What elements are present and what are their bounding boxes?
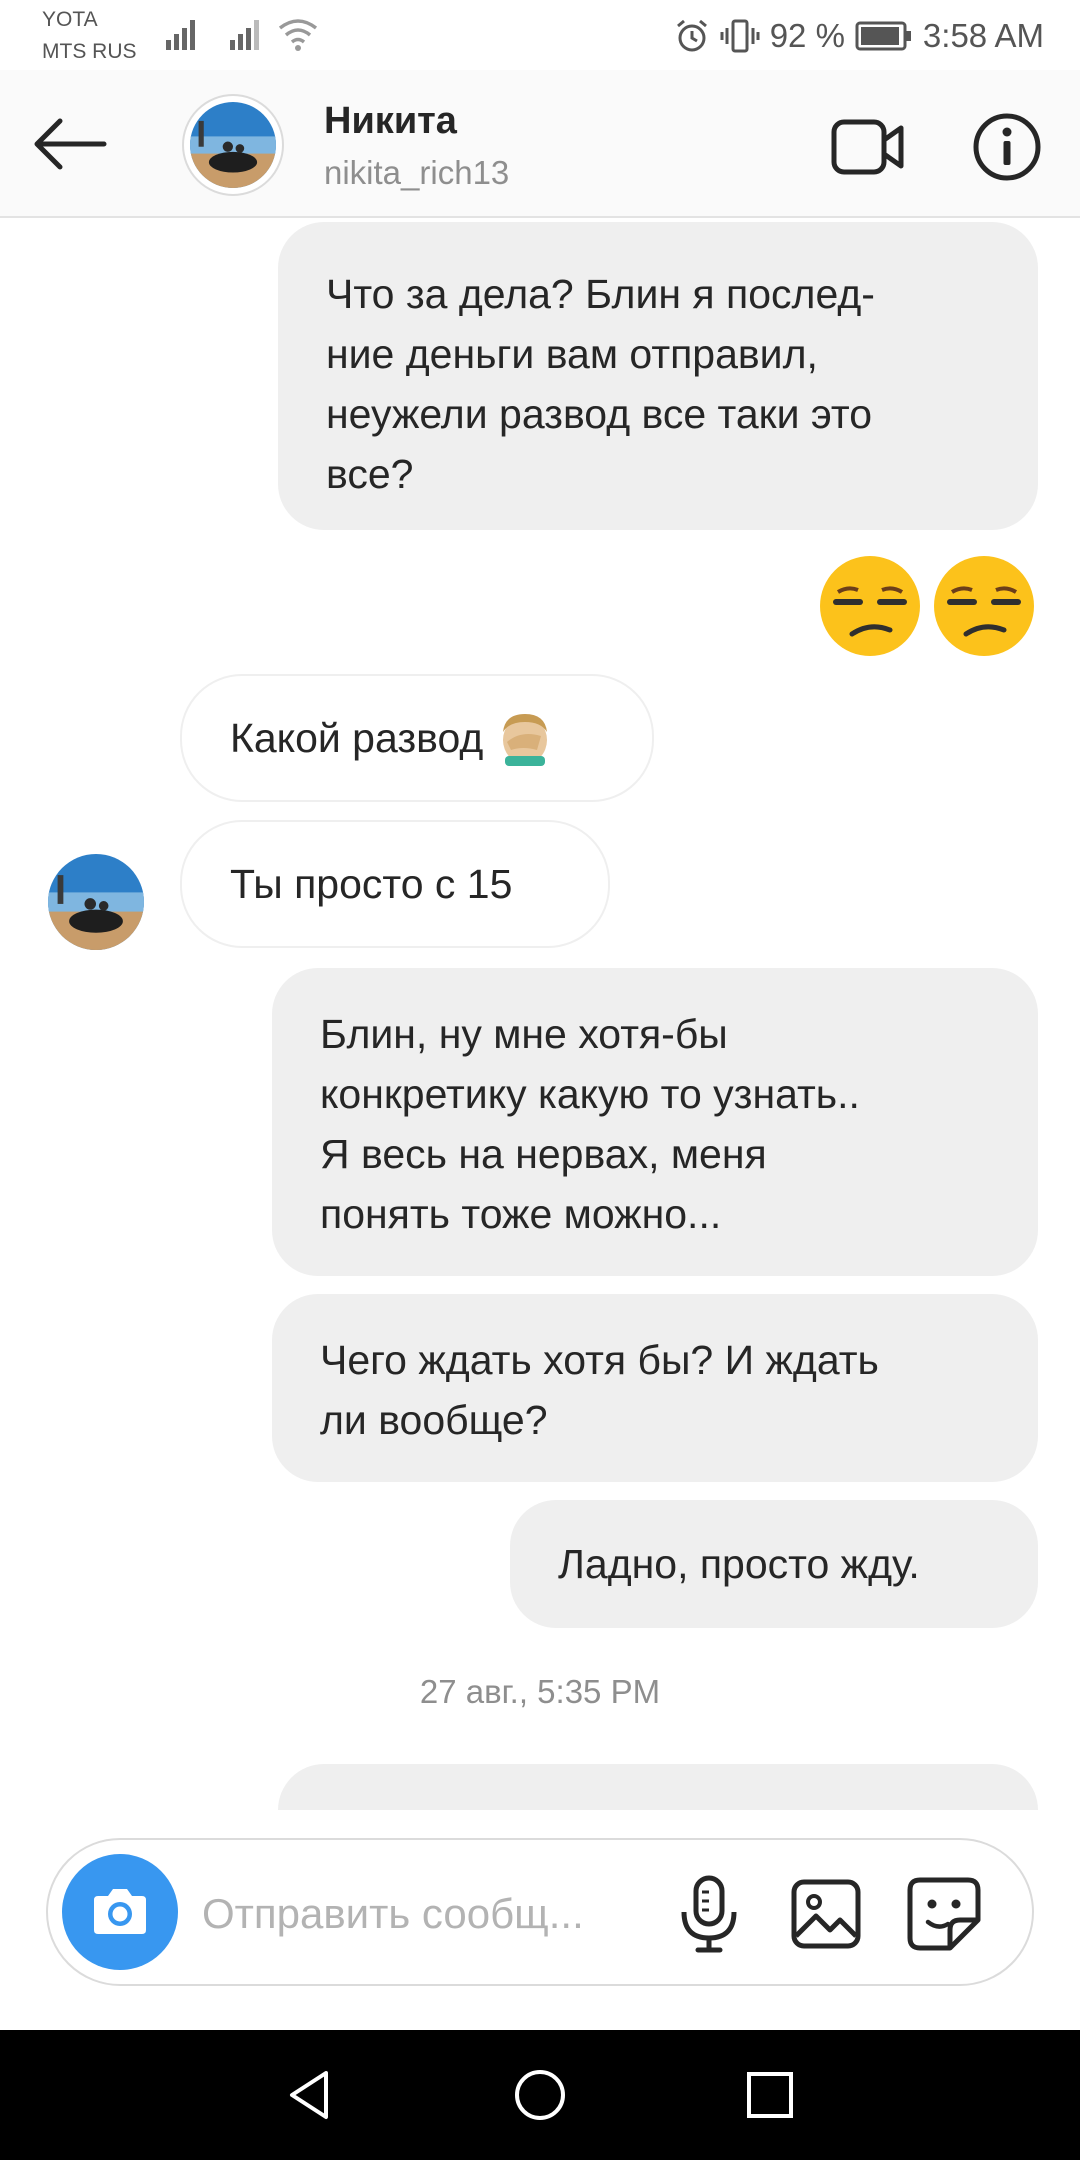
nav-recents-icon[interactable] [740, 2065, 800, 2125]
contact-username[interactable]: nikita_rich13 [324, 154, 509, 192]
emoji-message[interactable] [818, 554, 1036, 658]
avatar-photo-icon [48, 854, 144, 950]
camera-icon [94, 1889, 146, 1934]
unamused-face-emoji-icon [934, 556, 1034, 656]
video-call-icon[interactable] [830, 116, 906, 178]
vibrate-icon [720, 19, 760, 53]
camera-button[interactable] [62, 1854, 178, 1970]
gallery-icon[interactable] [790, 1878, 862, 1950]
unamused-face-emoji-icon [820, 556, 920, 656]
contact-name[interactable]: Никита [324, 100, 457, 143]
message-line: Чего ждать хотя бы? И ждать [320, 1337, 879, 1383]
signal-1-icon [166, 20, 195, 50]
battery-percent: 92 % [769, 17, 845, 54]
alarm-icon [676, 19, 707, 52]
message-bubble-incoming[interactable]: Ты просто с 15 [180, 820, 610, 948]
message-composer [46, 1838, 1034, 1986]
back-arrow-icon[interactable] [32, 114, 108, 174]
wifi-icon [278, 19, 318, 51]
message-line: все? [326, 451, 414, 497]
message-bubble-incoming[interactable]: Какой развод [180, 674, 654, 802]
nav-back-icon[interactable] [280, 2065, 340, 2125]
status-bar: YOTA MTS RUS 92 % 3:58 AM [0, 0, 1080, 70]
info-icon[interactable] [972, 112, 1042, 182]
message-line: понять тоже можно... [320, 1191, 722, 1237]
message-line: Что за дела? Блин я послед- [326, 271, 875, 317]
signal-2-icon [230, 20, 259, 50]
carrier-2-label: MTS RUS [42, 40, 137, 63]
nav-home-icon[interactable] [510, 2065, 570, 2125]
message-bubble-outgoing[interactable]: Ладно, просто жду. [510, 1500, 1038, 1628]
facepalm-emoji-icon [503, 714, 548, 766]
message-input[interactable] [202, 1884, 642, 1944]
message-text: Какой развод [230, 715, 484, 761]
message-line: неужели развод все таки это [326, 391, 873, 437]
chat-header: Никита nikita_rich13 [0, 70, 1080, 218]
battery-icon [855, 21, 911, 51]
contact-avatar[interactable] [182, 94, 284, 196]
message-bubble-outgoing[interactable]: Блин, ну мне хотя-бы конкретику какую то… [272, 968, 1038, 1276]
message-line: Я весь на нервах, меня [320, 1131, 767, 1177]
message-bubble-outgoing-partial[interactable] [278, 1764, 1038, 1810]
carrier-1-label: YOTA [42, 8, 98, 31]
incoming-avatar[interactable] [48, 854, 144, 950]
message-line: Блин, ну мне хотя-бы [320, 1011, 728, 1057]
avatar-photo-icon [190, 102, 276, 188]
message-list[interactable]: Что за дела? Блин я послед- ние деньги в… [0, 218, 1080, 1810]
message-text: Ты просто с 15 [230, 861, 513, 907]
system-navigation-bar [0, 2030, 1080, 2160]
clock-time: 3:58 AM [922, 17, 1044, 54]
microphone-icon[interactable] [676, 1874, 742, 1954]
message-bubble-outgoing[interactable]: Что за дела? Блин я послед- ние деньги в… [278, 222, 1038, 530]
message-line: конкретику какую то узнать.. [320, 1071, 860, 1117]
message-bubble-outgoing[interactable]: Чего ждать хотя бы? И ждать ли вообще? [272, 1294, 1038, 1482]
status-right-group: 92 % 3:58 AM [674, 14, 1044, 58]
message-line: Ладно, просто жду. [558, 1541, 920, 1587]
message-line: ли вообще? [320, 1397, 548, 1443]
message-timestamp: 27 авг., 5:35 PM [419, 1673, 661, 1710]
message-line: ние деньги вам отправил, [326, 331, 818, 377]
sticker-icon[interactable] [906, 1876, 982, 1952]
